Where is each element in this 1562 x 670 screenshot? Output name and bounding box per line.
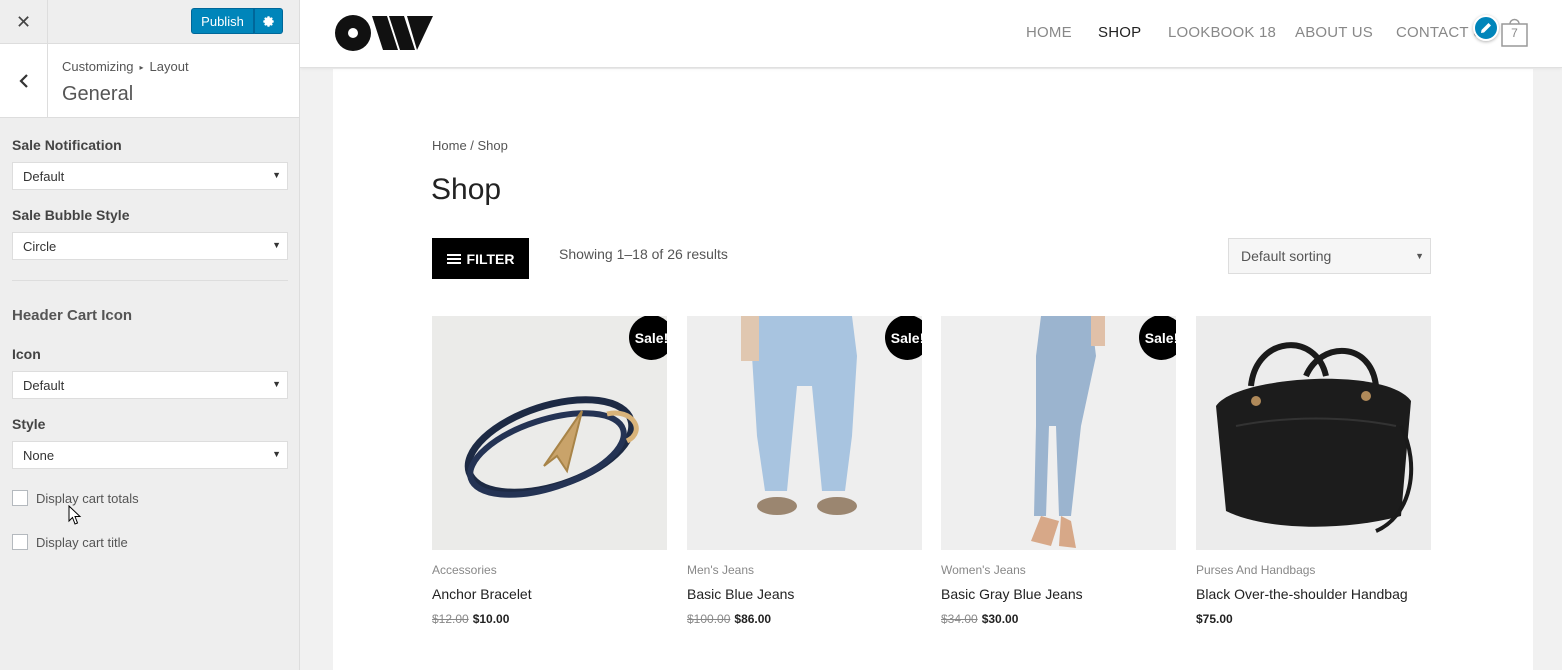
menu-icon xyxy=(446,252,461,266)
jeans-image xyxy=(687,316,922,550)
sale-notification-label: Sale Notification xyxy=(12,137,122,153)
sorting-value: Default sorting xyxy=(1241,248,1332,264)
cart-count: 7 xyxy=(1511,26,1518,40)
nav-contact[interactable]: CONTACT U xyxy=(1396,24,1484,41)
product-image[interactable] xyxy=(1196,316,1431,550)
nav-lookbook[interactable]: LOOKBOOK 18 xyxy=(1168,24,1276,41)
cart-icon-select[interactable]: Default ▼ xyxy=(12,371,288,399)
sorting-select[interactable]: Default sorting ▼ xyxy=(1228,238,1431,274)
product-name[interactable]: Basic Gray Blue Jeans xyxy=(941,586,1083,602)
product-category[interactable]: Accessories xyxy=(432,563,497,577)
edit-shortcut-button[interactable] xyxy=(1473,15,1499,41)
pencil-icon xyxy=(1481,23,1491,33)
breadcrumb-current: Layout xyxy=(149,59,189,74)
product-price: $12.00 $10.00 xyxy=(432,612,509,626)
product-price: $34.00 $30.00 xyxy=(941,612,1018,626)
product-image[interactable]: Sale! xyxy=(432,316,667,550)
dropdown-arrow-icon: ▼ xyxy=(272,449,281,459)
current-price: $75.00 xyxy=(1196,612,1233,626)
handbag-image xyxy=(1196,316,1431,550)
product-price: $75.00 xyxy=(1196,612,1233,626)
bracelet-image xyxy=(432,316,667,550)
current-price: $86.00 xyxy=(734,612,772,626)
current-price: $30.00 xyxy=(981,612,1019,626)
dropdown-arrow-icon: ▼ xyxy=(272,170,281,180)
nav-home[interactable]: HOME xyxy=(1026,24,1072,41)
shop-breadcrumb[interactable]: Home / Shop xyxy=(432,138,508,153)
display-cart-totals-checkbox[interactable] xyxy=(12,490,28,506)
site-logo[interactable] xyxy=(335,14,433,52)
site-preview: Home / Shop Shop FILTER Showing 1–18 of … xyxy=(300,0,1562,670)
customizer-sidebar: ✕ Publish Customizing ▸ Layout General Sal… xyxy=(0,0,300,670)
site-header: HOME SHOP LOOKBOOK 18 ABOUT US CONTACT U… xyxy=(300,0,1562,68)
dropdown-arrow-icon: ▼ xyxy=(272,240,281,250)
chevron-left-icon xyxy=(18,73,28,88)
product-name[interactable]: Anchor Bracelet xyxy=(432,586,532,602)
gray-jeans-image xyxy=(941,316,1176,550)
nav-about[interactable]: ABOUT US xyxy=(1295,24,1373,41)
current-price: $10.00 xyxy=(472,612,510,626)
display-cart-title-row[interactable]: Display cart title xyxy=(12,534,128,550)
old-price: $12.00 xyxy=(432,612,469,626)
cart-style-value: None xyxy=(23,448,55,463)
cart-icon-value: Default xyxy=(23,378,65,393)
section-title: General xyxy=(62,83,134,105)
sale-badge: Sale! xyxy=(629,316,667,360)
icon-label: Icon xyxy=(12,346,41,362)
product-name[interactable]: Black Over-the-shoulder Handbag xyxy=(1196,586,1408,602)
product-category[interactable]: Women's Jeans xyxy=(941,563,1026,577)
display-cart-totals-label: Display cart totals xyxy=(36,490,139,506)
breadcrumb: Customizing ▸ Layout xyxy=(62,59,189,74)
display-cart-title-label: Display cart title xyxy=(36,534,128,550)
section-divider xyxy=(12,280,288,281)
dropdown-arrow-icon: ▼ xyxy=(1415,251,1424,261)
filter-button[interactable]: FILTER xyxy=(432,238,529,279)
old-price: $34.00 xyxy=(941,612,978,626)
close-customizer-button[interactable]: ✕ xyxy=(0,0,48,44)
display-cart-title-checkbox[interactable] xyxy=(12,534,28,550)
display-cart-totals-row[interactable]: Display cart totals xyxy=(12,490,139,506)
header-cart-icon-heading: Header Cart Icon xyxy=(12,307,133,324)
product-card[interactable]: Purses And Handbags Black Over-the-shoul… xyxy=(1196,316,1431,626)
sale-notification-select[interactable]: Default ▼ xyxy=(12,162,288,190)
sale-notification-value: Default xyxy=(23,169,65,184)
sale-bubble-style-value: Circle xyxy=(23,239,57,254)
product-card[interactable]: Sale! Women's Jeans Basic Gray Blue Jean… xyxy=(941,316,1176,626)
breadcrumb-separator: ▸ xyxy=(139,63,144,72)
product-price: $100.00 $86.00 xyxy=(687,612,771,626)
sale-bubble-style-label: Sale Bubble Style xyxy=(12,207,130,223)
style-label: Style xyxy=(12,416,46,432)
cart-style-select[interactable]: None ▼ xyxy=(12,441,288,469)
product-image[interactable]: Sale! xyxy=(687,316,922,550)
sale-bubble-style-select[interactable]: Circle ▼ xyxy=(12,232,288,260)
product-card[interactable]: Sale! Accessories Anchor Bracelet $12.00… xyxy=(432,316,667,626)
customizer-header: ✕ Publish xyxy=(0,0,299,44)
breadcrumb-root: Customizing xyxy=(62,59,134,74)
product-name[interactable]: Basic Blue Jeans xyxy=(687,586,794,602)
publish-button[interactable]: Publish xyxy=(191,8,254,34)
page-title: Shop xyxy=(431,173,502,206)
product-category[interactable]: Purses And Handbags xyxy=(1196,563,1315,577)
section-header: Customizing ▸ Layout General xyxy=(0,44,299,118)
product-image[interactable]: Sale! xyxy=(941,316,1176,550)
product-category[interactable]: Men's Jeans xyxy=(687,563,754,577)
filter-label: FILTER xyxy=(466,250,515,267)
old-price: $100.00 xyxy=(687,612,731,626)
nav-shop[interactable]: SHOP xyxy=(1098,24,1141,41)
mouse-cursor-icon xyxy=(68,505,82,525)
gear-icon xyxy=(263,15,274,27)
product-card[interactable]: Sale! Men's Jeans Basic Blue Jeans $100.… xyxy=(687,316,922,626)
back-button[interactable] xyxy=(0,44,48,117)
result-count: Showing 1–18 of 26 results xyxy=(559,246,728,262)
content-area: Home / Shop Shop FILTER Showing 1–18 of … xyxy=(333,69,1533,670)
close-icon: ✕ xyxy=(15,11,32,32)
publish-settings-button[interactable] xyxy=(254,8,283,34)
dropdown-arrow-icon: ▼ xyxy=(272,379,281,389)
